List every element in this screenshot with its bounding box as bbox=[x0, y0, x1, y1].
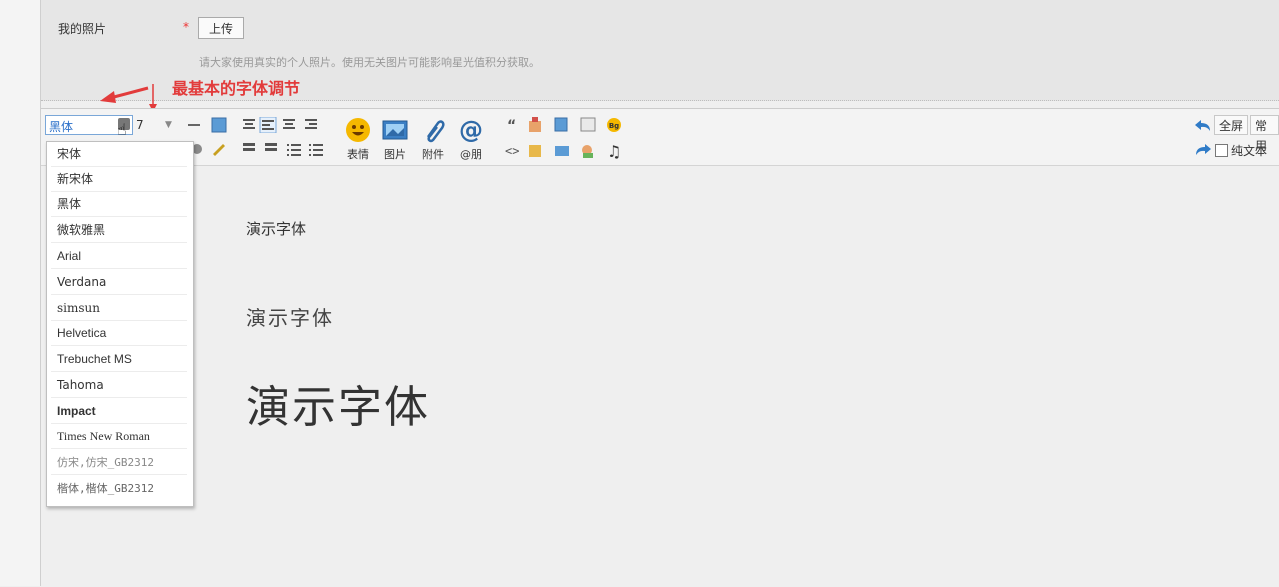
font-family-value: 黑体 bbox=[49, 120, 74, 134]
demo-text-large: 演示字体 bbox=[246, 382, 430, 433]
smiley-icon bbox=[346, 118, 370, 142]
font-option[interactable]: 楷体,楷体_GB2312 bbox=[51, 476, 187, 501]
font-option[interactable]: Tahoma bbox=[51, 373, 187, 398]
image-label: 图片 bbox=[384, 148, 406, 161]
attachment-label: 附件 bbox=[422, 148, 444, 161]
font-option[interactable]: 黑体 bbox=[51, 192, 187, 217]
undo-icon[interactable] bbox=[1194, 119, 1212, 133]
mention-button[interactable]: @ @朋 bbox=[455, 117, 487, 162]
attachment-button[interactable]: 附件 bbox=[417, 117, 449, 162]
fullscreen-button[interactable]: 全屏 bbox=[1214, 115, 1249, 135]
redo-icon[interactable] bbox=[1194, 143, 1212, 157]
annotation-text: 最基本的字体调节 bbox=[172, 79, 301, 98]
at-sign-icon: @ bbox=[459, 117, 483, 143]
hand-cursor-icon: ☝ bbox=[117, 120, 127, 139]
image-button[interactable]: 图片 bbox=[379, 117, 411, 162]
align-icons-row1[interactable] bbox=[241, 117, 331, 133]
svg-text:♫: ♫ bbox=[607, 142, 621, 161]
photo-label: 我的照片 bbox=[58, 22, 107, 36]
font-option[interactable]: 宋体 bbox=[51, 142, 187, 167]
demo-text-medium: 演示字体 bbox=[246, 306, 334, 330]
font-option[interactable]: simsun bbox=[51, 296, 187, 321]
emoji-button[interactable]: 表情 bbox=[342, 117, 374, 162]
svg-text:<>: <> bbox=[505, 144, 519, 158]
svg-text:“: “ bbox=[507, 118, 516, 134]
font-family-dropdown: 宋体 新宋体 黑体 微软雅黑 Arial Verdana simsun Helv… bbox=[46, 141, 194, 507]
editor-toolbar: 黑体 ☝ 7 ▼ 表情 图片 附件 @ @朋 “ Bg <> ♫ 全屏 常用 纯… bbox=[41, 109, 1279, 166]
svg-text:Bg: Bg bbox=[609, 122, 619, 130]
paperclip-icon bbox=[426, 120, 445, 143]
plain-text-toggle[interactable]: 纯文本 bbox=[1215, 142, 1267, 159]
font-option[interactable]: Helvetica bbox=[51, 321, 187, 346]
font-option[interactable]: Impact bbox=[51, 399, 187, 424]
mention-label: @朋 bbox=[460, 148, 482, 161]
common-button[interactable]: 常用 bbox=[1250, 115, 1279, 153]
font-option[interactable]: 微软雅黑 bbox=[51, 218, 187, 243]
image-icon bbox=[382, 120, 408, 140]
photo-hint-text: 请大家使用真实的个人照片。使用无关图片可能影响星光值积分获取。 bbox=[199, 56, 540, 69]
font-size-value[interactable]: 7 bbox=[136, 118, 144, 132]
font-option[interactable]: 仿宋,仿宋_GB2312 bbox=[51, 450, 187, 475]
plain-text-label: 纯文本 bbox=[1231, 144, 1268, 158]
demo-text-small: 演示字体 bbox=[246, 220, 307, 238]
svg-text:@: @ bbox=[459, 117, 483, 143]
format-icons-row2[interactable] bbox=[189, 141, 329, 157]
font-option[interactable]: Trebuchet MS bbox=[51, 347, 187, 372]
font-size-caret-icon[interactable]: ▼ bbox=[165, 120, 172, 130]
emoji-label: 表情 bbox=[347, 148, 369, 161]
font-option[interactable]: Verdana bbox=[51, 270, 187, 295]
font-option[interactable]: Times New Roman bbox=[51, 424, 187, 449]
rich-text-editor: 黑体 ☝ 7 ▼ 表情 图片 附件 @ @朋 “ Bg <> ♫ 全屏 常用 纯… bbox=[41, 108, 1279, 587]
left-margin-strip bbox=[0, 0, 41, 586]
line-and-bgcolor-icons[interactable] bbox=[186, 117, 230, 133]
plain-text-checkbox[interactable] bbox=[1215, 144, 1228, 157]
font-option[interactable]: 新宋体 bbox=[51, 167, 187, 192]
required-mark: * bbox=[183, 20, 189, 34]
font-option[interactable]: Arial bbox=[51, 244, 187, 269]
insert-icons-group[interactable]: “ Bg <> ♫ bbox=[503, 117, 623, 161]
upload-button[interactable]: 上传 bbox=[198, 17, 245, 39]
